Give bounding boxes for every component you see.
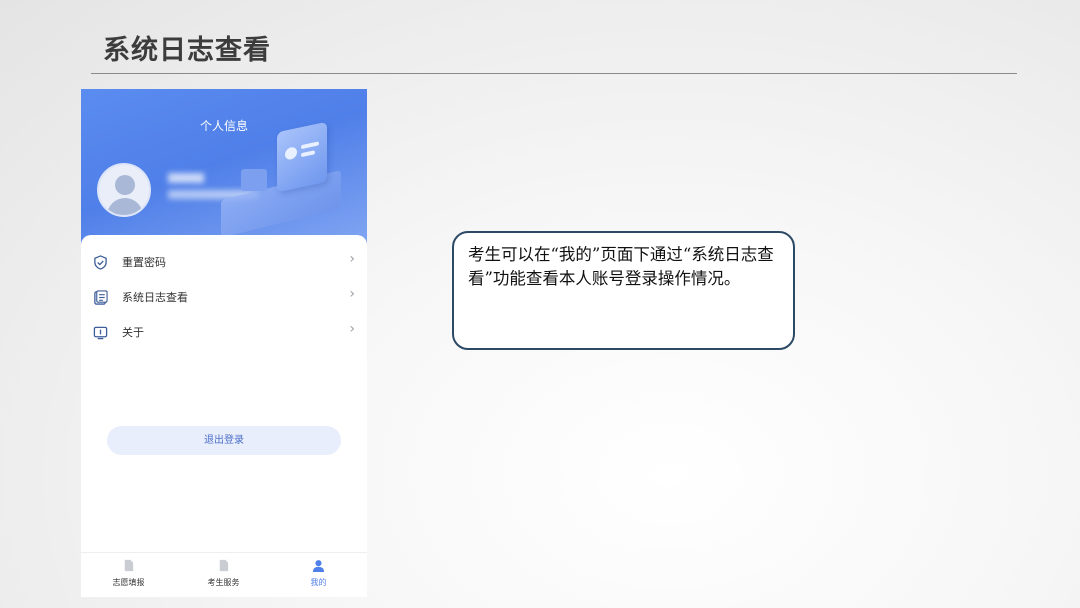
tab-label: 考生服务 <box>207 578 240 587</box>
menu-panel: 重置密码 › 系统日志查看 › 关于 › 退出登录 <box>81 235 367 555</box>
menu-item-label: 系统日志查看 <box>122 291 188 304</box>
person-icon <box>312 560 325 572</box>
chevron-right-icon: › <box>349 321 355 337</box>
profile-header: 个人信息 <box>81 89 367 259</box>
header-illustration-box <box>241 169 267 191</box>
menu-item-label: 关于 <box>122 326 144 339</box>
document-icon <box>124 559 134 572</box>
blurred-username <box>168 173 204 183</box>
slide-title: 系统日志查看 <box>103 35 271 66</box>
log-document-icon <box>94 290 108 305</box>
tab-mine[interactable]: 我的 <box>271 553 366 597</box>
tab-student-services[interactable]: 考生服务 <box>176 553 271 597</box>
tab-application[interactable]: 志愿填报 <box>81 553 176 597</box>
id-card-illustration <box>277 121 327 193</box>
phone-screenshot: 个人信息 重置密码 › 系统日志查看 › 关于 › 退出登录 志愿填报 考生服务… <box>81 89 367 597</box>
chevron-right-icon: › <box>349 251 355 267</box>
document-icon <box>219 559 229 572</box>
callout-box: 考生可以在“我的”页面下通过“系统日志查看”功能查看本人账号登录操作情况。 <box>452 231 795 350</box>
menu-item-about[interactable]: 关于 › <box>81 317 367 347</box>
tab-label: 志愿填报 <box>112 578 145 587</box>
bottom-tab-bar: 志愿填报 考生服务 我的 <box>81 552 367 597</box>
chevron-right-icon: › <box>349 286 355 302</box>
info-screen-icon <box>93 326 108 340</box>
callout-text: 考生可以在“我的”页面下通过“系统日志查看”功能查看本人账号登录操作情况。 <box>468 245 774 288</box>
menu-item-label: 重置密码 <box>122 256 166 269</box>
menu-item-system-log[interactable]: 系统日志查看 › <box>81 282 367 312</box>
tab-label: 我的 <box>310 578 327 587</box>
menu-item-reset-password[interactable]: 重置密码 › <box>81 247 367 277</box>
title-divider <box>91 73 1017 74</box>
shield-check-icon <box>94 255 107 270</box>
logout-button[interactable]: 退出登录 <box>107 426 341 455</box>
avatar[interactable] <box>97 163 151 217</box>
